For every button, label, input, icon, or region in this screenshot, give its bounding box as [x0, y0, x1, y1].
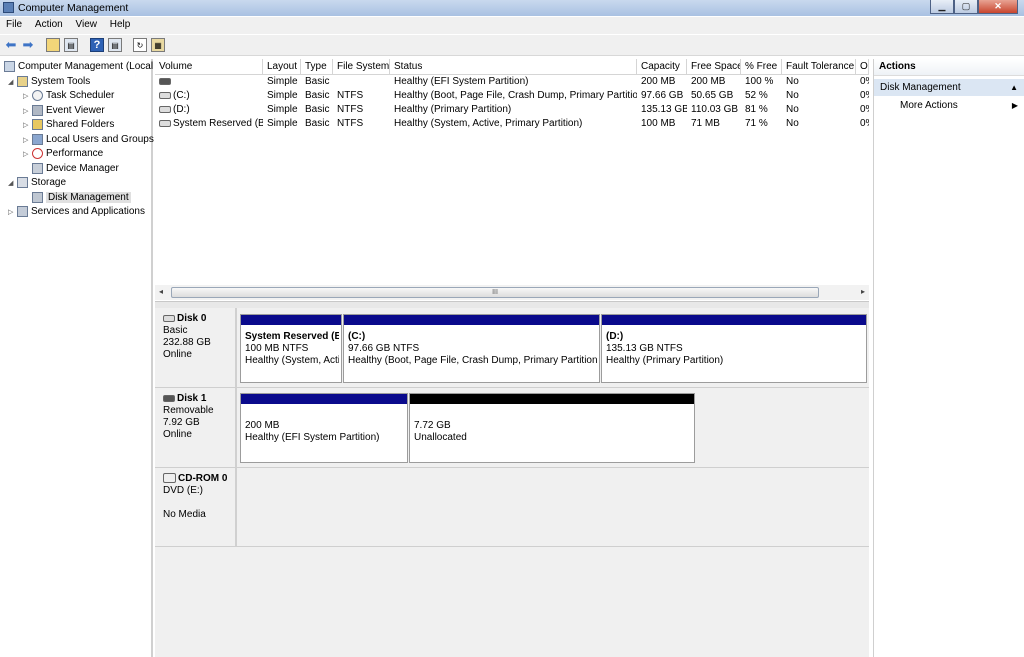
- drive-icon: [159, 105, 171, 113]
- actions-section-disk-management[interactable]: Disk Management ▲: [874, 79, 1024, 96]
- tree-item-system-tools[interactable]: ◢ System Tools: [8, 75, 90, 89]
- collapse-arrow-icon[interactable]: ◢: [8, 76, 17, 90]
- tree-item-task-scheduler[interactable]: ▷ Task Scheduler: [23, 89, 114, 103]
- show-hide-tree-icon[interactable]: ▤: [64, 38, 78, 52]
- more-actions-item[interactable]: More Actions ▶: [874, 98, 1024, 114]
- window-title: Computer Management: [18, 2, 129, 14]
- tree-item-disk-management[interactable]: Disk Management: [32, 191, 131, 205]
- expand-arrow-icon[interactable]: ▷: [23, 90, 32, 104]
- tree-item-storage[interactable]: ◢ Storage: [8, 176, 66, 190]
- services-icon: [17, 205, 28, 217]
- performance-icon: [32, 147, 43, 159]
- scroll-right-icon[interactable]: ▸: [861, 287, 865, 296]
- column-volume[interactable]: Volume: [155, 59, 263, 74]
- volume-list-scrollbar[interactable]: ◂ III ▸: [155, 285, 869, 300]
- volume-list: Volume Layout Type File System Status Ca…: [155, 59, 869, 305]
- users-icon: [32, 133, 43, 145]
- scrollbar-thumb[interactable]: III: [171, 287, 819, 298]
- menu-help[interactable]: Help: [106, 17, 135, 32]
- volume-row[interactable]: System Reserved (B:) Simple Basic NTFS H…: [155, 117, 869, 131]
- menu-file[interactable]: File: [2, 17, 26, 32]
- volume-row[interactable]: Simple Basic Healthy (EFI System Partiti…: [155, 75, 869, 89]
- disk-1-row: Disk 1 Removable 7.92 GB Online 200 MB He…: [155, 388, 869, 468]
- maximize-button[interactable]: ▢: [954, 0, 978, 14]
- tree-item-shared-folders[interactable]: ▷ Shared Folders: [23, 118, 114, 132]
- tree-item-device-manager[interactable]: Device Manager: [32, 162, 119, 176]
- column-type[interactable]: Type: [301, 59, 333, 74]
- submenu-arrow-icon: ▶: [1011, 101, 1018, 110]
- partition-system-reserved[interactable]: System Reserved (E 100 MB NTFS Healthy (Sy…: [240, 314, 342, 383]
- column-free-space[interactable]: Free Space: [687, 59, 741, 74]
- partition-c[interactable]: (C:) 97.66 GB NTFS Healthy (Boot, Page Fil…: [343, 314, 600, 383]
- column-capacity[interactable]: Capacity: [637, 59, 687, 74]
- properties-icon[interactable]: ▤: [108, 38, 122, 52]
- partition-unallocated[interactable]: 7.72 GB Unallocated: [409, 393, 695, 463]
- partition-efi[interactable]: 200 MB Healthy (EFI System Partition): [240, 393, 408, 463]
- computer-icon: [4, 60, 15, 72]
- disk-management-icon: [32, 191, 43, 203]
- close-button[interactable]: ✕: [978, 0, 1018, 14]
- expand-arrow-icon[interactable]: ▷: [23, 134, 32, 148]
- scroll-left-icon[interactable]: ◂: [159, 287, 163, 296]
- cdrom-icon: [163, 473, 176, 484]
- pane-splitter[interactable]: [155, 301, 869, 308]
- tools-icon: [17, 75, 28, 87]
- minimize-button[interactable]: ▁: [930, 0, 954, 14]
- drive-icon: [159, 91, 171, 99]
- collapse-up-icon[interactable]: ▲: [1010, 79, 1018, 96]
- menu-bar: File Action View Help: [0, 17, 1024, 34]
- volume-row[interactable]: (D:) Simple Basic NTFS Healthy (Primary …: [155, 103, 869, 117]
- title-bar: Computer Management ▁ ▢ ✕: [0, 0, 1024, 16]
- tree-item-local-users[interactable]: ▷ Local Users and Groups: [23, 133, 154, 147]
- expand-arrow-icon[interactable]: ▷: [23, 105, 32, 119]
- menu-action[interactable]: Action: [31, 17, 67, 32]
- removable-disk-icon: [163, 394, 175, 402]
- up-folder-icon[interactable]: [46, 38, 60, 52]
- cdrom-row: CD-ROM 0 DVD (E:) No Media: [155, 468, 869, 547]
- column-fault-tolerance[interactable]: Fault Tolerance: [782, 59, 856, 74]
- disk-0-label[interactable]: Disk 0 Basic 232.88 GB Online: [155, 308, 237, 387]
- disk-settings-icon[interactable]: ▦: [151, 38, 165, 52]
- storage-icon: [17, 176, 28, 188]
- tree-item-event-viewer[interactable]: ▷ Event Viewer: [23, 104, 105, 118]
- clock-icon: [32, 89, 43, 101]
- help-icon[interactable]: ?: [90, 38, 104, 52]
- column-percent-free[interactable]: % Free: [741, 59, 782, 74]
- actions-title: Actions: [874, 59, 1024, 76]
- expand-arrow-icon[interactable]: ▷: [8, 206, 17, 220]
- drive-icon: [159, 77, 171, 85]
- collapse-arrow-icon[interactable]: ◢: [8, 177, 17, 191]
- menu-view[interactable]: View: [71, 17, 101, 32]
- column-status[interactable]: Status: [390, 59, 637, 74]
- partition-d[interactable]: (D:) 135.13 GB NTFS Healthy (Primary Parti…: [601, 314, 867, 383]
- expand-arrow-icon[interactable]: ▷: [23, 148, 32, 162]
- event-viewer-icon: [32, 104, 43, 116]
- volume-row[interactable]: (C:) Simple Basic NTFS Healthy (Boot, Pa…: [155, 89, 869, 103]
- tree-item-services[interactable]: ▷ Services and Applications: [8, 205, 145, 219]
- device-manager-icon: [32, 162, 43, 174]
- disk-1-label[interactable]: Disk 1 Removable 7.92 GB Online: [155, 388, 237, 467]
- column-overhead[interactable]: O: [856, 59, 869, 74]
- expand-arrow-icon[interactable]: ▷: [23, 119, 32, 133]
- cdrom-label[interactable]: CD-ROM 0 DVD (E:) No Media: [155, 468, 237, 546]
- hard-disk-icon: [163, 314, 175, 322]
- tree-item-root[interactable]: Computer Management (Local: [4, 60, 153, 74]
- drive-icon: [159, 119, 171, 127]
- console-tree: Computer Management (Local ◢ System Tools…: [0, 59, 154, 657]
- actions-pane: Actions Disk Management ▲ More Actions ▶: [873, 59, 1024, 657]
- refresh-icon[interactable]: ↻: [133, 38, 147, 52]
- disk-0-row: Disk 0 Basic 232.88 GB Online System Res…: [155, 308, 869, 388]
- toolbar: ⬅ ➡ ▤ ? ▤ ↻ ▦: [0, 35, 1024, 56]
- disk-graphical-view: Disk 0 Basic 232.88 GB Online System Res…: [155, 308, 869, 657]
- back-arrow-icon[interactable]: ⬅: [4, 38, 18, 52]
- tree-item-performance[interactable]: ▷ Performance: [23, 147, 103, 161]
- column-file-system[interactable]: File System: [333, 59, 390, 74]
- volume-list-header: Volume Layout Type File System Status Ca…: [155, 59, 869, 75]
- column-layout[interactable]: Layout: [263, 59, 301, 74]
- forward-arrow-icon[interactable]: ➡: [21, 38, 35, 52]
- computer-management-icon: [3, 2, 14, 13]
- shared-folder-icon: [32, 118, 43, 130]
